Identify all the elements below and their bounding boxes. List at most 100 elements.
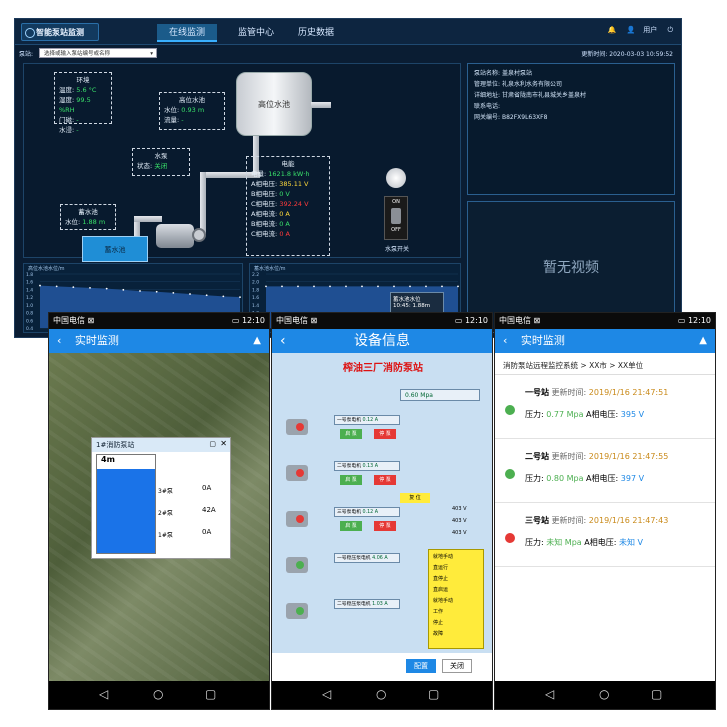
breadcrumb: 消防泵站远程监控系统 > XX市 > XX单位	[495, 357, 715, 375]
page-title: 实时监测	[74, 334, 119, 347]
y-tick-label: 0.4	[26, 326, 33, 332]
pump-row: 一号稳压泵电机 4.06 A	[278, 547, 428, 587]
back-nav-icon[interactable]: ◁	[322, 687, 331, 701]
data-point	[155, 290, 158, 293]
back-nav-icon[interactable]: ◁	[545, 687, 554, 701]
station-card[interactable]: 一号站 更新时间: 2019/1/16 21:47:51 压力: 0.77 Mp…	[495, 377, 715, 439]
data-point	[345, 285, 347, 288]
pump-scene: 环境 温度: 5.6 °C 湿度: 99.5 %RH 门磁: - 水浸: - 高…	[23, 63, 461, 262]
station-row: 一号站 更新时间: 2019/1/16 21:47:51	[525, 388, 669, 397]
pump-row: 一号泵电机 0.12 A 启 泵 停 泵	[278, 409, 428, 449]
home-nav-icon[interactable]: ○	[153, 687, 163, 701]
station-info-panel: 泵站名称: 盖泉村泵站 管理单位: 礼泉水利水务有限公司 详细地址: 甘肃省陇南…	[467, 63, 675, 195]
status-bar: 中国电信 ⊠ ▭ 12:10	[272, 313, 492, 329]
recents-nav-icon[interactable]: ▢	[651, 687, 662, 701]
switch-label: 水泵开关	[384, 246, 409, 253]
start-pump-button[interactable]: 启 泵	[340, 429, 362, 439]
data-point	[409, 285, 411, 288]
stop-pump-button[interactable]: 停 泵	[374, 475, 396, 485]
data-point	[222, 295, 225, 298]
update-time: 更新时间: 2020-03-03 10:59:52	[581, 51, 673, 58]
volt-list: 403 V 403 V 403 V	[452, 506, 467, 536]
pump-row: 二号泵电机 0.13 A 启 泵 停 泵	[278, 455, 428, 495]
back-icon[interactable]: ‹	[57, 334, 61, 347]
station-card[interactable]: 二号站 更新时间: 2019/1/16 21:47:55 压力: 0.80 Mp…	[495, 441, 715, 503]
reservoir-tank: 蓄水池	[82, 236, 148, 262]
phone-stations: 中国电信 ⊠ ▭ 12:10 ‹ 实时监测 ▲ 消防泵站远程监控系统 > XX市…	[494, 312, 716, 710]
start-pump-button[interactable]: 启 泵	[340, 521, 362, 531]
satellite-map[interactable]: 1#消防泵站 ▢ ✕ 4m 3#泵 2#泵 1#泵 0A 42A 0A	[49, 353, 269, 683]
power-box: 电能 电量: 1621.8 kW·h A相电压: 385.11 V B相电压: …	[246, 156, 330, 256]
data-point	[122, 288, 125, 291]
data-point	[441, 285, 443, 288]
stop-pump-button[interactable]: 停 泵	[374, 521, 396, 531]
pump-row: 三号泵电机 0.12 A 启 泵 停 泵	[278, 501, 428, 541]
y-tick-label: 1.6	[26, 280, 33, 286]
chart-tooltip: 蓄水池水位 10:45: 1.88m	[390, 292, 444, 314]
motor-current: 二号泵电机 0.13 A	[334, 461, 400, 471]
pump-switch[interactable]: ON OFF	[384, 196, 408, 240]
station-list: 一号站 更新时间: 2019/1/16 21:47:51 压力: 0.77 Mp…	[495, 377, 715, 577]
back-icon[interactable]: ‹	[280, 329, 286, 353]
tab-online-monitor[interactable]: 在线监测	[157, 24, 217, 42]
station-select[interactable]: 选择或输入泵站编号或名称 ▾	[39, 48, 157, 58]
map-icon[interactable]: ▲	[253, 329, 261, 353]
recents-nav-icon[interactable]: ▢	[205, 687, 216, 701]
data-point	[393, 285, 395, 288]
home-nav-icon[interactable]: ○	[376, 687, 386, 701]
data-point	[281, 285, 283, 288]
breadcrumb-item[interactable]: XX单位	[618, 361, 643, 370]
station-values: 压力: 0.77 Mpa A相电压: 395 V	[525, 410, 645, 419]
y-tick-label: 2.2	[252, 272, 259, 278]
config-button[interactable]: 配置	[406, 659, 436, 673]
power-icon[interactable]: ⏻	[667, 26, 673, 34]
switch-lever-icon	[391, 208, 401, 224]
data-point	[139, 290, 141, 292]
stop-pump-button[interactable]: 停 泵	[374, 429, 396, 439]
pressure-value: 0.60 Mpa	[400, 389, 480, 401]
legend-box: 就地手动 直运行 直停止 直启运 就地手动 工作 停止 故障	[428, 549, 484, 649]
status-light	[296, 469, 304, 477]
station-popup: 1#消防泵站 ▢ ✕ 4m 3#泵 2#泵 1#泵 0A 42A 0A	[91, 437, 231, 559]
close-icon[interactable]: ✕	[220, 439, 227, 448]
battery-icon: ▭	[677, 316, 686, 325]
station-card[interactable]: 三号站 更新时间: 2019/1/16 21:47:43 压力: 未知 Mpa …	[495, 505, 715, 567]
android-nav: ◁ ○ ▢	[49, 681, 269, 709]
tab-supervision[interactable]: 监管中心	[227, 24, 285, 42]
motor-current: 一号稳压泵电机 4.06 A	[334, 553, 400, 563]
pipe	[311, 102, 331, 108]
env-box: 环境 温度: 5.6 °C 湿度: 99.5 %RH 门磁: - 水浸: -	[54, 72, 112, 134]
bell-icon[interactable]: 🔔	[608, 26, 617, 34]
station-values: 压力: 0.80 Mpa A相电压: 397 V	[525, 474, 645, 483]
breadcrumb-item[interactable]: XX市	[589, 361, 607, 370]
motor-current: 一号泵电机 0.12 A	[334, 415, 400, 425]
data-point	[55, 285, 58, 288]
back-icon[interactable]: ‹	[503, 334, 507, 347]
data-point	[39, 284, 41, 287]
start-pump-button[interactable]: 启 泵	[340, 475, 362, 485]
data-point	[72, 286, 75, 289]
header-bar: ‹ 实时监测 ▲	[49, 329, 269, 353]
breadcrumb-item[interactable]: 消防泵站远程监控系统	[503, 361, 578, 370]
data-point	[329, 285, 331, 288]
user-icon[interactable]: 👤	[627, 26, 636, 34]
home-nav-icon[interactable]: ○	[599, 687, 609, 701]
pump-label: 3#泵	[158, 488, 173, 495]
y-tick-label: 1.4	[252, 303, 259, 309]
app-logo: 智能泵站监测	[21, 23, 99, 41]
valve-icon	[192, 228, 206, 242]
motor-current: 二号稳压泵电机 1.03 A	[334, 599, 400, 609]
top-right-icons: 🔔 👤 用户 ⏻	[600, 25, 673, 35]
user-label[interactable]: 用户	[643, 26, 657, 34]
data-point	[265, 285, 267, 288]
back-nav-icon[interactable]: ◁	[99, 687, 108, 701]
phone-device: 中国电信 ⊠ ▭ 12:10 ‹ 设备信息 榨油三厂消防泵站 0.60 Mpa …	[271, 312, 493, 710]
recents-nav-icon[interactable]: ▢	[428, 687, 439, 701]
maximize-icon[interactable]: ▢	[209, 440, 216, 448]
tab-history[interactable]: 历史数据	[287, 24, 345, 42]
reset-button[interactable]: 复 位	[400, 493, 430, 503]
close-button[interactable]: 关闭	[442, 659, 472, 673]
map-icon[interactable]: ▲	[699, 329, 707, 353]
water-tank: 4m	[96, 454, 156, 554]
page-title: 实时监测	[520, 334, 565, 347]
